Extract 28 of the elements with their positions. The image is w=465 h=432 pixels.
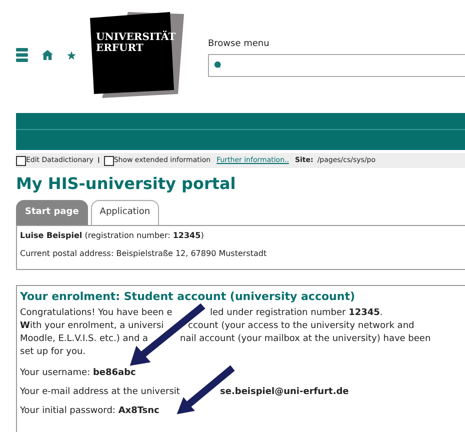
enrolment-text: led under registration number 12345. (210, 308, 383, 318)
logo-text: UNIVERSITÄT (96, 32, 176, 43)
enrolment-text: Moodle, E.L.V.I.S. etc.) and a (20, 334, 148, 344)
tab[interactable]: Start page (16, 200, 88, 225)
page-title: My HIS-university portal (16, 174, 236, 193)
search-field[interactable] (208, 54, 465, 76)
account-detail: Your initial password: Ax8Tsnc (20, 406, 160, 416)
search-icon (214, 61, 222, 69)
home-icon[interactable] (42, 50, 53, 60)
account-detail: Your e-mail address at the universit (20, 387, 180, 397)
logo-text: ERFURT (96, 43, 144, 54)
star-icon[interactable] (67, 50, 76, 60)
enrolment-text: With your enrolment, a universi (20, 321, 164, 331)
enrolment-text: nail account (your mailbox at the university) have been (180, 334, 431, 344)
separator: I (97, 154, 100, 166)
student-name: Luise Beispiel (registration number: 12345) (20, 230, 205, 242)
checkbox[interactable] (104, 156, 114, 166)
checkbox[interactable] (16, 156, 26, 166)
tab[interactable]: Application (90, 200, 160, 225)
enrolment-text: Congratulations! You have been e (20, 308, 172, 318)
search-label: Browse menu (208, 38, 270, 51)
account-detail: se.beispiel@uni-erfurt.de (220, 387, 349, 397)
enrolment-heading: Your enrolment: Student account (university account) (20, 290, 355, 303)
postal-address: Current postal address: Beispielstraße 12, 67890 Musterstadt (20, 248, 268, 260)
account-detail: Your username: be86abc (20, 368, 136, 378)
enrolment-text: ccount (your access to the university network and (188, 321, 414, 331)
enrolment-text: set up for you. (20, 347, 86, 357)
menu-icon[interactable] (16, 48, 28, 62)
